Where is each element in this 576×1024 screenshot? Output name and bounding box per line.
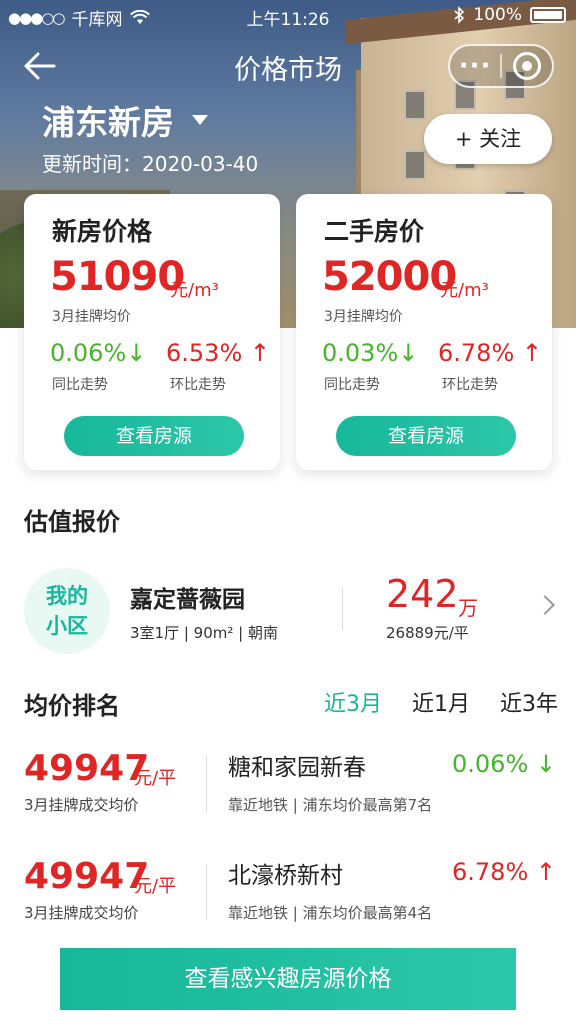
card-yoy: 0.06%↓ <box>50 339 147 367</box>
price-card-new: 新房价格 51090 元/m³ 3月挂牌均价 0.06%↓ 6.53% ↑ 同比… <box>24 194 280 470</box>
building-window <box>404 150 426 180</box>
card-mom-label: 环比走势 <box>170 377 226 393</box>
section-title-ranking: 均价排名 <box>24 692 120 720</box>
card-yoy-label: 同比走势 <box>52 377 108 393</box>
battery-percent: 100% <box>473 5 522 25</box>
card-yoy-label: 同比走势 <box>324 377 380 393</box>
community-name: 嘉定蔷薇园 <box>130 587 245 613</box>
status-bar: ●●●○○ 千库网 上午11:26 100% <box>0 0 576 32</box>
view-listings-button[interactable]: 查看房源 <box>64 416 244 456</box>
estimate-price-unit: 万 <box>458 596 478 620</box>
row-price: 49947 <box>24 856 150 897</box>
section-title-estimate: 估值报价 <box>24 508 120 536</box>
row-price: 49947 <box>24 748 150 789</box>
card-mom-label: 环比走势 <box>442 377 498 393</box>
badge-line: 小区 <box>46 614 88 638</box>
more-icon[interactable]: ··· <box>450 53 500 79</box>
arrow-down-icon: ↓ <box>398 339 419 367</box>
ranking-row[interactable]: 49947 元/平 3月挂牌成交均价 北濠桥新村 靠近地铁 | 浦东均价最高第4… <box>0 850 576 950</box>
tab-3-years[interactable]: 近3年 <box>500 686 558 718</box>
close-button[interactable] <box>502 52 552 80</box>
district-selector[interactable]: 浦东新房 <box>42 96 208 144</box>
tab-3-months[interactable]: 近3月 <box>324 686 382 718</box>
period-tabs: 近3月 近1月 近3年 <box>324 686 558 718</box>
card-price-label: 3月挂牌均价 <box>324 309 403 325</box>
row-community-info: 靠近地铁 | 浦东均价最高第7名 <box>228 796 433 814</box>
ranking-row[interactable]: 49947 元/平 3月挂牌成交均价 糖和家园新春 靠近地铁 | 浦东均价最高第… <box>0 742 576 842</box>
card-mom: 6.53% ↑ <box>166 339 270 367</box>
card-title: 二手房价 <box>324 217 425 246</box>
card-price-label: 3月挂牌均价 <box>52 309 131 325</box>
row-price-unit: 元/平 <box>134 876 177 897</box>
arrow-down-icon: ↓ <box>126 339 147 367</box>
district-name: 浦东新房 <box>42 103 174 142</box>
row-community-info: 靠近地铁 | 浦东均价最高第4名 <box>228 904 433 922</box>
card-price-unit: 元/m³ <box>170 280 219 301</box>
view-listings-button[interactable]: 查看房源 <box>336 416 516 456</box>
card-price-unit: 元/m³ <box>440 280 489 301</box>
divider <box>206 864 207 920</box>
row-price-label: 3月挂牌成交均价 <box>24 796 139 814</box>
updated-time: 更新时间：2020-03-40 <box>42 152 259 176</box>
arrow-up-icon: ↑ <box>249 339 270 367</box>
estimate-unit-price: 26889元/平 <box>386 624 469 642</box>
divider <box>342 588 343 630</box>
row-community-name: 糖和家园新春 <box>228 755 366 781</box>
bluetooth-icon <box>454 6 465 24</box>
card-price: 52000 <box>322 254 457 300</box>
card-mom: 6.78% ↑ <box>438 339 542 367</box>
row-price-unit: 元/平 <box>134 768 177 789</box>
my-community-badge: 我的 小区 <box>24 568 110 654</box>
estimate-price: 242 <box>386 572 459 616</box>
divider <box>206 756 207 812</box>
card-yoy: 0.03%↓ <box>322 339 419 367</box>
community-info: 3室1厅 | 90m² | 朝南 <box>130 624 278 642</box>
row-price-label: 3月挂牌成交均价 <box>24 904 139 922</box>
view-interested-prices-button[interactable]: 查看感兴趣房源价格 <box>60 948 516 1010</box>
row-community-name: 北濠桥新村 <box>228 863 343 889</box>
card-price: 51090 <box>50 254 185 300</box>
row-change: 0.06% ↓ <box>452 750 556 778</box>
nav-bar: 价格市场 ··· <box>0 36 576 96</box>
tab-1-month[interactable]: 近1月 <box>412 686 470 718</box>
caret-down-icon <box>192 115 208 125</box>
row-change: 6.78% ↑ <box>452 858 556 886</box>
follow-button[interactable]: + 关注 <box>424 114 552 164</box>
arrow-up-icon: ↑ <box>521 339 542 367</box>
battery-icon <box>530 7 566 23</box>
target-icon <box>512 52 541 80</box>
price-card-second-hand: 二手房价 52000 元/m³ 3月挂牌均价 0.03%↓ 6.78% ↑ 同比… <box>296 194 552 470</box>
card-title: 新房价格 <box>52 217 153 246</box>
badge-line: 我的 <box>46 584 88 608</box>
miniprogram-capsule: ··· <box>448 44 554 88</box>
chevron-right-icon[interactable] <box>535 595 555 615</box>
